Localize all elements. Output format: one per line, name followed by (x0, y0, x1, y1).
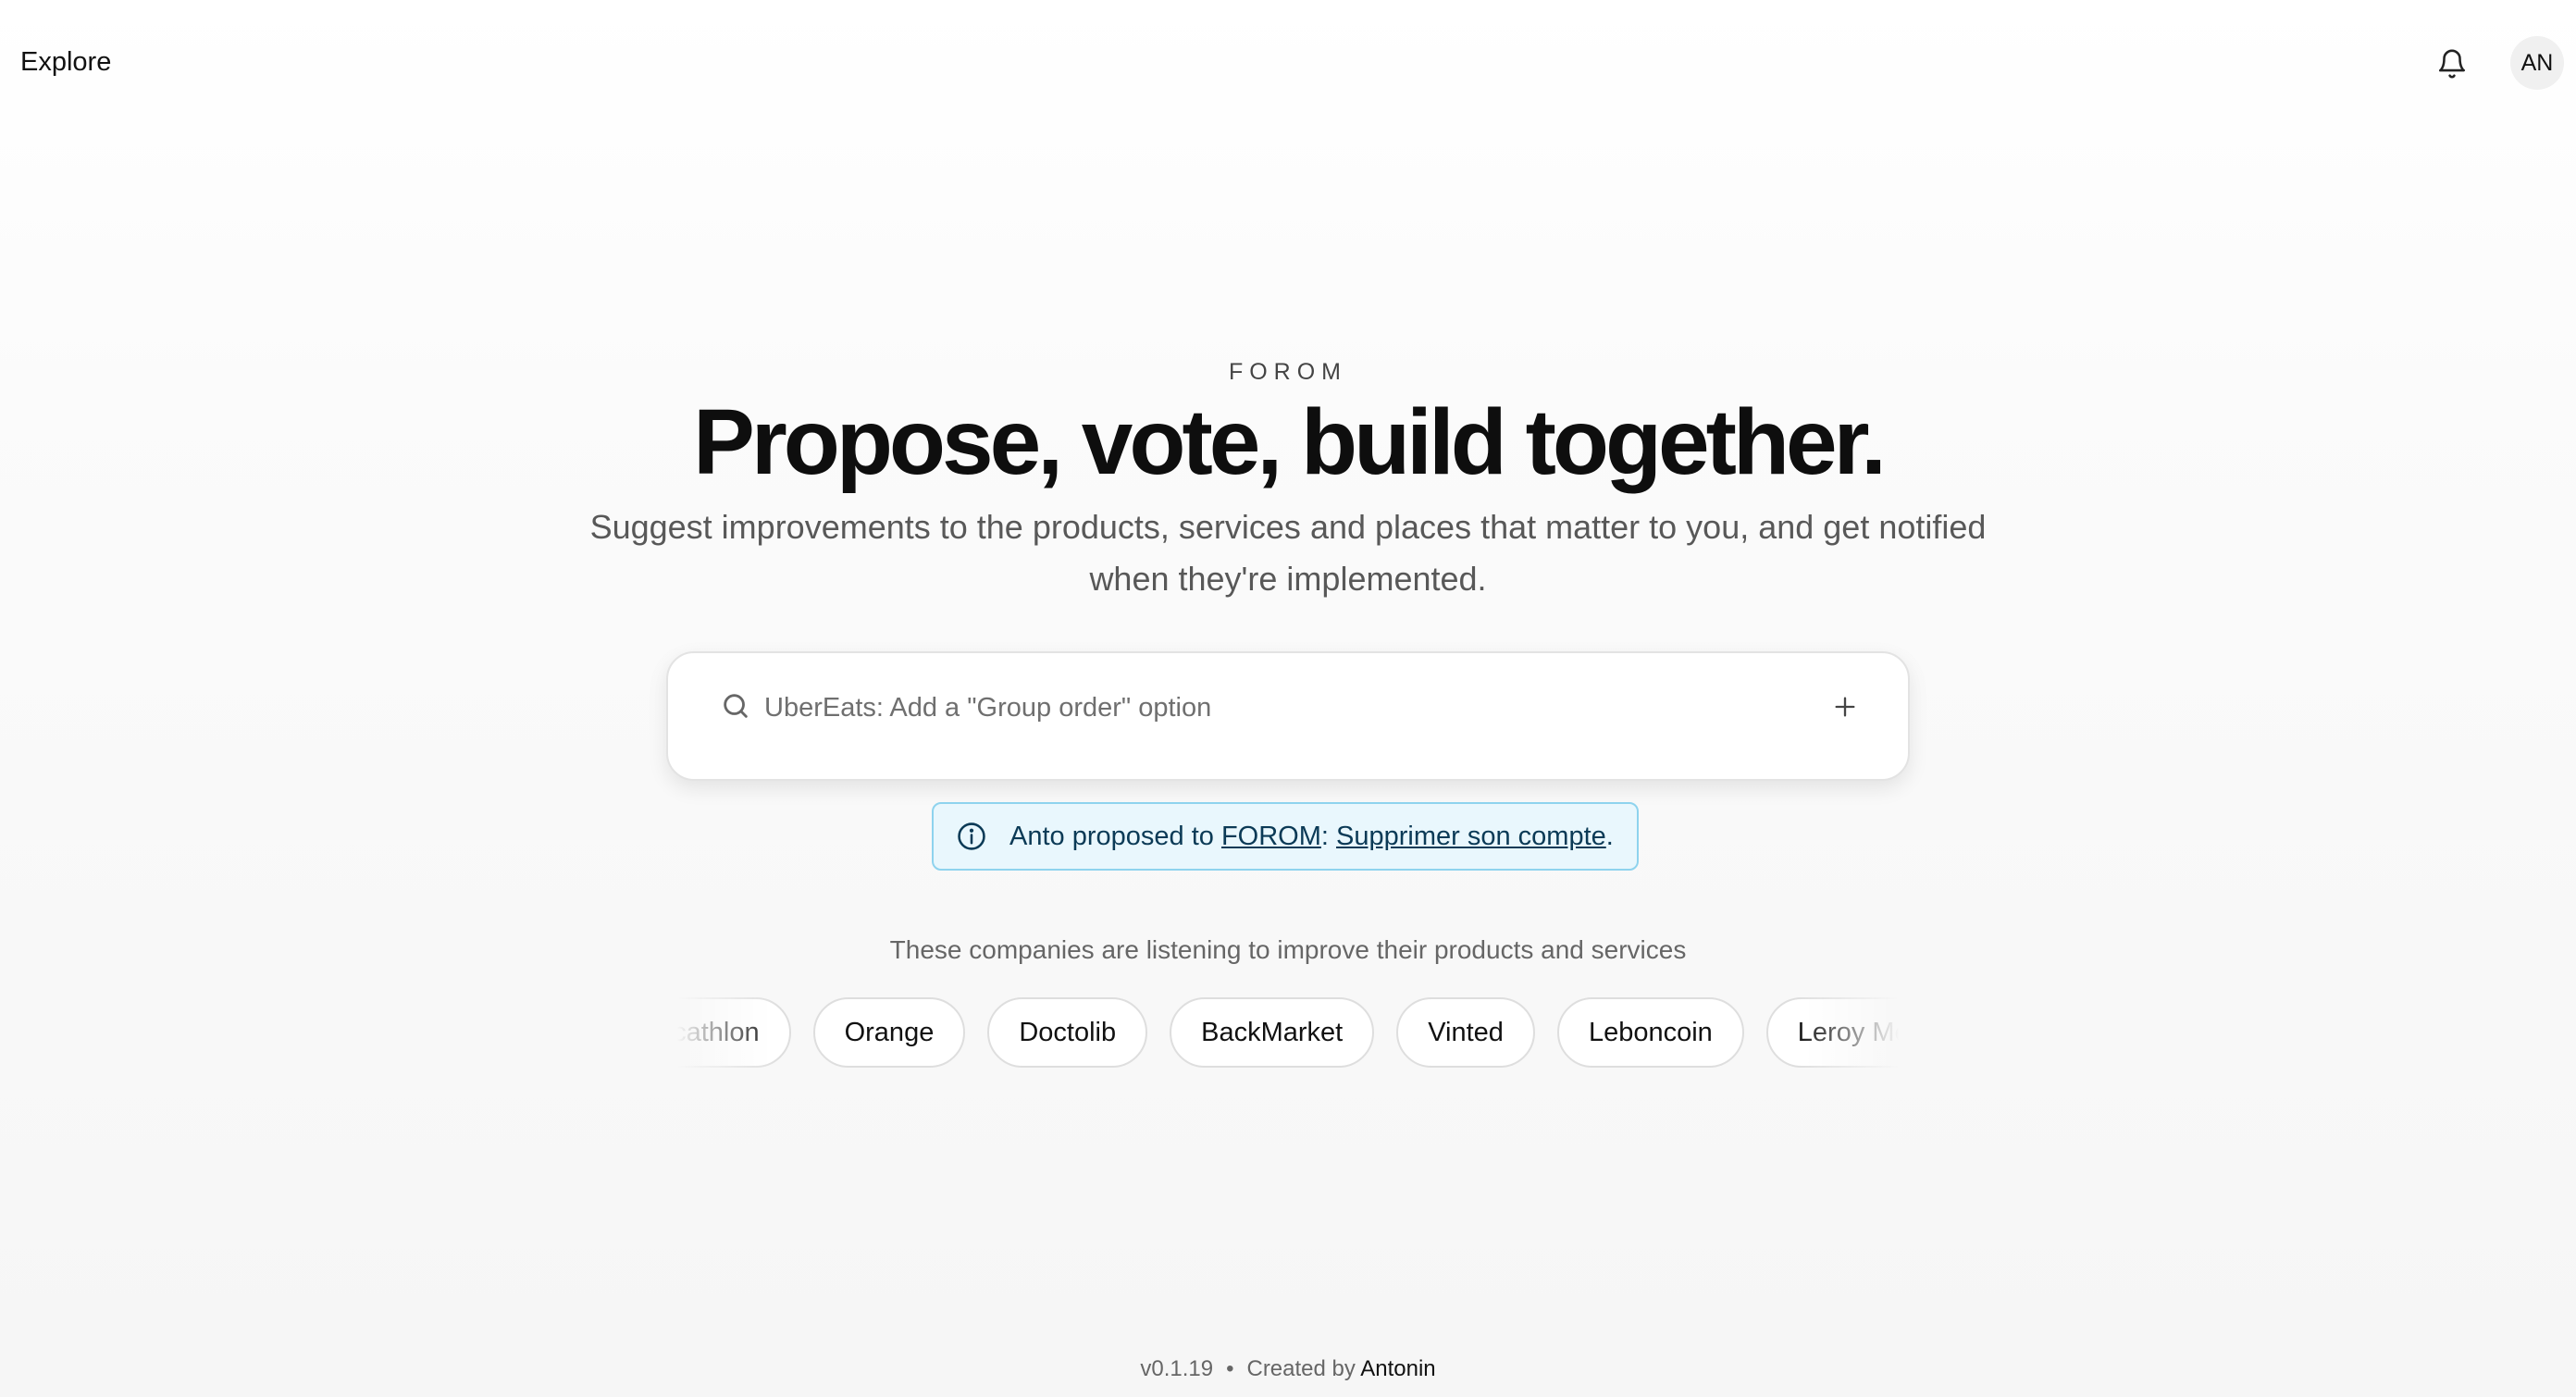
notifications-button[interactable] (2428, 40, 2476, 88)
companies-caption: These companies are listening to improve… (889, 935, 1687, 964)
bell-icon (2438, 49, 2466, 79)
author-link[interactable]: Antonin (1360, 1356, 1435, 1381)
plus-icon (1835, 697, 1855, 717)
notice-suffix: . (1605, 821, 1614, 851)
search-icon (724, 694, 748, 718)
avatar-initials: AN (2520, 49, 2554, 76)
latest-proposal-notice: Anto proposed to FOROM: Supprimer son co… (932, 802, 1639, 871)
company-pill-leroy-merlin[interactable]: Leroy Merlin (1765, 997, 1899, 1068)
company-pill-decathlon[interactable]: Decathlon (677, 997, 791, 1068)
created-by-label: Created by (1246, 1356, 1356, 1381)
page-title: Propose, vote, build together. (693, 390, 1887, 494)
notice-prefix: Anto proposed to (1009, 821, 1221, 851)
explore-link[interactable]: Explore (20, 43, 111, 80)
company-pill-vinted[interactable]: Vinted (1396, 997, 1535, 1068)
proposal-search-input[interactable] (762, 686, 1728, 729)
notice-proposal-link[interactable]: Supprimer son compte (1336, 822, 1606, 851)
footer-separator: • (1226, 1356, 1234, 1381)
proposal-search-box (666, 651, 1910, 781)
companies-track: Decathlon Orange Doctolib BackMarket Vin… (677, 997, 1899, 1068)
add-proposal-button[interactable] (1825, 686, 1865, 727)
company-pill-backmarket[interactable]: BackMarket (1170, 997, 1375, 1068)
top-bar: Explore AN (0, 0, 2576, 126)
company-pill-doctolib[interactable]: Doctolib (987, 997, 1148, 1068)
company-pill-orange[interactable]: Orange (812, 997, 966, 1068)
companies-carousel: Decathlon Orange Doctolib BackMarket Vin… (677, 997, 1899, 1071)
notice-separator: : (1320, 821, 1337, 851)
info-icon (956, 821, 987, 852)
avatar[interactable]: AN (2510, 36, 2564, 90)
company-pill-leboncoin[interactable]: Leboncoin (1556, 997, 1744, 1068)
footer: v0.1.19 • Created by Antonin (0, 1354, 2576, 1384)
brand-eyebrow: FOROM (1228, 359, 1348, 385)
page-subtitle: Suggest improvements to the products, se… (589, 508, 1987, 598)
version-label: v0.1.19 (1140, 1356, 1214, 1381)
notice-target-link[interactable]: FOROM (1221, 822, 1321, 851)
notice-text: Anto proposed to FOROM: Supprimer son co… (1009, 822, 1614, 852)
